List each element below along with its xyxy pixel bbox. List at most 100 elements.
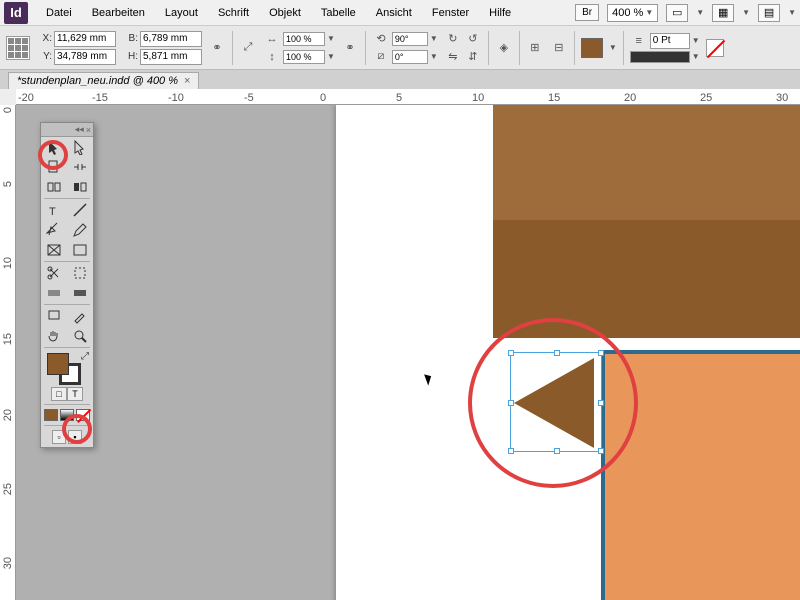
scale-x-input[interactable]: [283, 32, 325, 46]
ruler-tick: 20: [2, 409, 14, 421]
gap-tool[interactable]: [67, 157, 93, 177]
reference-point[interactable]: [6, 36, 30, 60]
ruler-tick: -20: [18, 92, 34, 104]
fill-swatch[interactable]: [47, 353, 69, 375]
distribute-icon[interactable]: ⊟: [550, 40, 568, 56]
flip-h-icon[interactable]: ⇋: [444, 49, 462, 65]
menu-datei[interactable]: Datei: [36, 3, 82, 23]
ruler-tick: -15: [92, 92, 108, 104]
stroke-style[interactable]: [630, 51, 690, 63]
document-tab[interactable]: *stundenplan_neu.indd @ 400 % ×: [8, 72, 199, 89]
scale-x-icon: ↔: [263, 31, 281, 47]
annotation-circle: [468, 318, 638, 488]
rotate-ccw-icon[interactable]: ↺: [464, 31, 482, 47]
ruler-tick: -10: [168, 92, 184, 104]
workspace: 0 5 10 15 20 25 30: [0, 105, 800, 600]
annotation-circle: [62, 414, 92, 444]
y-label: Y:: [36, 51, 52, 62]
scale-y-icon: ↕: [263, 49, 281, 65]
content-grabber-tool[interactable]: [41, 177, 67, 197]
w-label: B:: [122, 33, 138, 44]
pen-tool[interactable]: [41, 220, 67, 240]
menu-ansicht[interactable]: Ansicht: [366, 3, 422, 23]
pencil-tool[interactable]: [67, 220, 93, 240]
gradient-feather-tool[interactable]: [67, 283, 93, 303]
fill-stroke-control[interactable]: ⤢: [41, 349, 93, 385]
rotate-input[interactable]: [392, 32, 428, 46]
ruler-tick: 10: [472, 92, 484, 104]
screen-mode-icon[interactable]: ▭: [666, 4, 688, 22]
none-swatch[interactable]: [706, 39, 724, 57]
eyedropper-tool[interactable]: [67, 306, 93, 326]
workspace-icon[interactable]: ▤: [758, 4, 780, 22]
x-label: X:: [36, 33, 52, 44]
menu-hilfe[interactable]: Hilfe: [479, 3, 521, 23]
formatting-container-btn[interactable]: □: [51, 387, 67, 401]
ruler-tick: 20: [624, 92, 636, 104]
vertical-ruler: 0 5 10 15 20 25 30: [0, 105, 16, 600]
free-transform-tool[interactable]: [67, 263, 93, 283]
menu-bar: Id Datei Bearbeiten Layout Schrift Objek…: [0, 0, 800, 26]
collapse-icon[interactable]: ◂◂: [75, 124, 84, 135]
x-input[interactable]: [54, 31, 116, 47]
chevron-down-icon[interactable]: ▼: [327, 34, 335, 43]
chevron-down-icon: ▼: [742, 8, 750, 17]
swap-fill-stroke-icon[interactable]: ⤢: [81, 351, 89, 362]
menu-tabelle[interactable]: Tabelle: [311, 3, 366, 23]
menu-objekt[interactable]: Objekt: [259, 3, 311, 23]
rotate-cw-icon[interactable]: ↻: [444, 31, 462, 47]
arrange-icon[interactable]: ▦: [712, 4, 734, 22]
ruler-tick: 15: [548, 92, 560, 104]
chevron-down-icon[interactable]: ▼: [692, 36, 700, 45]
line-tool[interactable]: [67, 200, 93, 220]
chevron-down-icon[interactable]: ▼: [692, 52, 700, 61]
h-input[interactable]: [140, 49, 202, 65]
menu-layout[interactable]: Layout: [155, 3, 208, 23]
zoom-level[interactable]: 400 %▼: [607, 4, 658, 22]
link-icon[interactable]: ⚭: [341, 40, 359, 56]
canvas[interactable]: [16, 105, 800, 600]
flip-v-icon[interactable]: ⇵: [464, 49, 482, 65]
chevron-down-icon[interactable]: ▼: [609, 43, 617, 52]
constrain-icon[interactable]: ⚭: [208, 40, 226, 56]
scale-y-input[interactable]: [283, 50, 325, 64]
chevron-down-icon[interactable]: ▼: [430, 34, 438, 43]
menu-fenster[interactable]: Fenster: [422, 3, 479, 23]
direct-selection-tool[interactable]: [67, 137, 93, 157]
w-input[interactable]: [140, 31, 202, 47]
stroke-weight-input[interactable]: [650, 33, 690, 49]
ruler-tick: 30: [2, 557, 14, 569]
brown-rectangle-light[interactable]: [493, 105, 800, 220]
h-label: H:: [122, 51, 138, 62]
note-tool[interactable]: [41, 306, 67, 326]
content-placer-tool[interactable]: [67, 177, 93, 197]
menu-schrift[interactable]: Schrift: [208, 3, 259, 23]
zoom-value: 400 %: [612, 7, 643, 19]
fill-swatch[interactable]: [581, 38, 603, 58]
ruler-tick: 30: [776, 92, 788, 104]
chevron-down-icon[interactable]: ▼: [430, 52, 438, 61]
close-icon[interactable]: ×: [86, 125, 91, 135]
shear-input[interactable]: [392, 50, 428, 64]
y-input[interactable]: [54, 49, 116, 65]
pathfinder-icon[interactable]: ◈: [495, 40, 513, 56]
rectangle-tool[interactable]: [67, 240, 93, 260]
apply-color-swatch[interactable]: [44, 409, 58, 421]
annotation-circle: [38, 140, 68, 170]
type-tool[interactable]: T: [41, 200, 67, 220]
scissors-tool[interactable]: [41, 263, 67, 283]
formatting-text-btn[interactable]: T: [67, 387, 83, 401]
rectangle-frame-tool[interactable]: [41, 240, 67, 260]
horizontal-ruler: -20 -15 -10 -5 0 5 10 15 20 25 30: [16, 89, 800, 105]
align-icon[interactable]: ⊞: [526, 40, 544, 56]
close-tab-icon[interactable]: ×: [184, 75, 190, 87]
zoom-tool[interactable]: [67, 326, 93, 346]
bridge-badge[interactable]: Br: [575, 4, 599, 21]
menu-bearbeiten[interactable]: Bearbeiten: [82, 3, 155, 23]
gradient-swatch-tool[interactable]: [41, 283, 67, 303]
hand-tool[interactable]: [41, 326, 67, 346]
scale-icon: ⤢: [239, 40, 257, 56]
chevron-down-icon[interactable]: ▼: [327, 52, 335, 61]
chevron-down-icon: ▼: [788, 8, 796, 17]
ruler-tick: 10: [2, 257, 14, 269]
